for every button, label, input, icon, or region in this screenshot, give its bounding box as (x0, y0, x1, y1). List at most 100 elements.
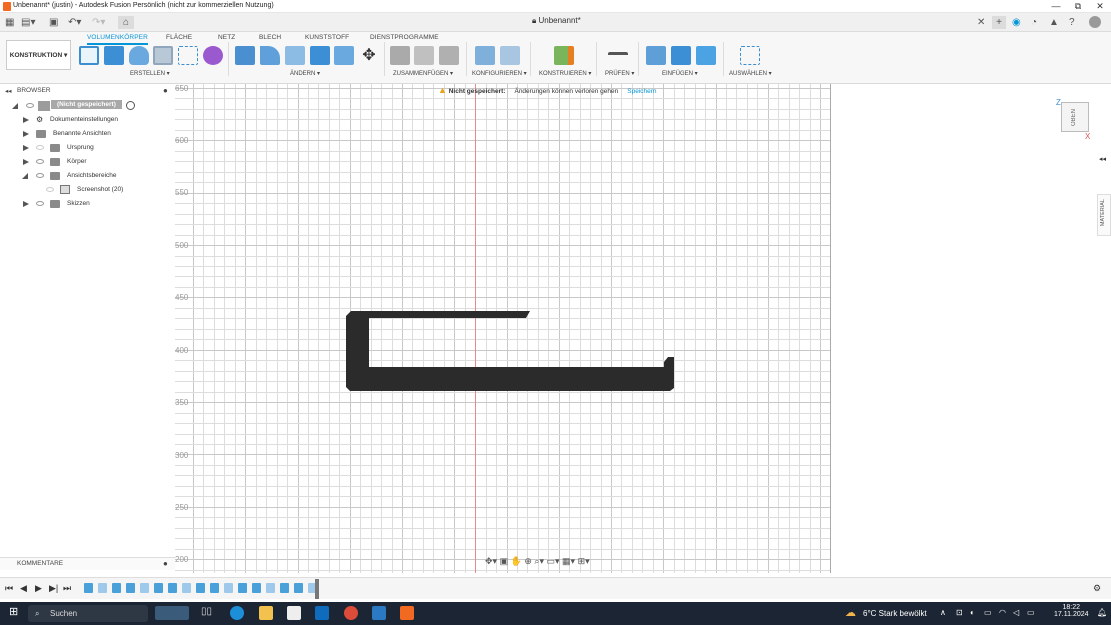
timeline-feature-icon[interactable] (168, 583, 177, 593)
battery-icon[interactable]: ▭ (1027, 608, 1035, 617)
timeline-settings-icon[interactable]: ⚙ (1093, 583, 1101, 594)
job-status-icon[interactable]: ◔ (1031, 16, 1037, 29)
display-settings-icon[interactable]: ▭▾ (546, 556, 559, 566)
close-tab-icon[interactable]: ✕ (977, 16, 985, 29)
widget-icon[interactable] (155, 606, 189, 620)
expand-icon[interactable] (23, 145, 29, 151)
wifi-icon[interactable]: ◠ (999, 608, 1006, 617)
orbit-icon[interactable]: ✥▾ (485, 556, 497, 566)
help-icon[interactable]: ? (1069, 16, 1075, 29)
expand-icon[interactable] (23, 159, 29, 165)
taskbar-search[interactable]: ⌕ Suchen (28, 605, 148, 622)
split-body-icon[interactable] (334, 46, 354, 65)
browser-item-ursprung[interactable]: Ursprung (0, 142, 175, 155)
document-tab[interactable]: 🔒︎ Unbenannt* (532, 16, 581, 26)
app-grid-icon[interactable]: ▦ (5, 16, 14, 29)
insert-derive-icon[interactable] (646, 46, 666, 65)
tray-display-icon[interactable]: ▭ (984, 608, 992, 617)
timeline-feature-icon[interactable] (140, 583, 149, 593)
comments-pin-icon[interactable]: ● (163, 559, 168, 568)
pattern-icon[interactable] (178, 46, 198, 65)
fusion-taskbar-icon[interactable] (400, 606, 414, 620)
look-at-icon[interactable]: ▣ (500, 556, 509, 566)
timeline-feature-icon[interactable] (210, 583, 219, 593)
timeline-feature-icon[interactable] (84, 583, 93, 593)
group-konfigurieren[interactable]: KONFIGURIEREN ▾ (472, 70, 527, 77)
expand-icon[interactable] (23, 201, 29, 207)
undo-icon[interactable]: ↶▾ (68, 16, 81, 29)
configure-table-icon[interactable] (500, 46, 520, 65)
timeline-feature-icon[interactable] (280, 583, 289, 593)
joint-icon[interactable] (390, 46, 410, 65)
tab-blech[interactable]: BLECH (259, 34, 281, 41)
group-auswaehlen[interactable]: AUSWÄHLEN ▾ (729, 70, 772, 77)
visibility-eye-icon[interactable] (26, 103, 34, 108)
group-aendern[interactable]: ÄNDERN ▾ (290, 70, 320, 77)
windows-start-icon[interactable]: ⊞ (9, 607, 18, 618)
hole-icon[interactable] (153, 46, 173, 65)
timeline-feature-icon[interactable] (196, 583, 205, 593)
minimize-button[interactable]: — (1045, 0, 1067, 13)
tab-dienstprogramme[interactable]: DIENSTPROGRAMME (370, 34, 439, 41)
timeline-feature-icon[interactable] (126, 583, 135, 593)
timeline-marker[interactable] (315, 579, 319, 599)
insert-canvas-icon[interactable] (696, 46, 716, 65)
offset-plane-icon[interactable] (554, 46, 574, 65)
create-sketch-icon[interactable] (79, 46, 99, 65)
viewcube[interactable]: OBEN (1061, 102, 1089, 132)
combine-icon[interactable] (310, 46, 330, 65)
store-icon[interactable] (287, 606, 301, 620)
browser-item-screenshot[interactable]: Screenshot (20) (0, 184, 175, 197)
group-erstellen[interactable]: ERSTELLEN ▾ (130, 70, 170, 77)
browser-item-koerper[interactable]: Körper (0, 156, 175, 169)
browser-root[interactable]: (Nicht gespeichert) (0, 100, 175, 113)
fillet-icon[interactable] (260, 46, 280, 65)
timeline-feature-icon[interactable] (154, 583, 163, 593)
browser-item-benannte-ansichten[interactable]: Benannte Ansichten (0, 128, 175, 141)
collapse-icon[interactable] (22, 173, 28, 179)
workspace-switcher[interactable]: KONSTRUKTION ▾ (6, 40, 71, 70)
as-built-joint-icon[interactable] (414, 46, 434, 65)
profile-shape[interactable] (346, 311, 674, 391)
save-link[interactable]: Speichern (627, 88, 656, 95)
clock[interactable]: 18:22 17.11.2024 (1054, 604, 1089, 618)
visibility-eye-icon[interactable] (36, 173, 44, 178)
design-canvas[interactable]: 650 600 550 500 450 400 350 300 250 200 … (175, 84, 830, 573)
task-view-icon[interactable]: ▯▯ (201, 606, 215, 620)
activate-icon[interactable] (126, 101, 135, 110)
weather-text[interactable]: 6°C Stark bewölkt (863, 609, 927, 618)
expand-panel-icon[interactable]: ◂◂ (1099, 155, 1106, 163)
tab-netz[interactable]: NETZ (218, 34, 235, 41)
edge-icon[interactable] (230, 606, 244, 620)
timeline-feature-icon[interactable] (252, 583, 261, 593)
expand-icon[interactable] (23, 131, 29, 137)
extrude-icon[interactable] (104, 46, 124, 65)
tray-chevron-icon[interactable]: ∧ (940, 608, 946, 617)
expand-icon[interactable] (23, 117, 29, 123)
tab-kunststoff[interactable]: KUNSTSTOFF (305, 34, 349, 41)
timeline-play-icon[interactable]: ▶ (35, 583, 42, 594)
visibility-eye-icon[interactable] (46, 187, 54, 192)
timeline-feature-icon[interactable] (294, 583, 303, 593)
timeline-feature-icon[interactable] (266, 583, 275, 593)
browser-item-ansichtsbereiche[interactable]: Ansichtsbereiche (0, 170, 175, 183)
avatar[interactable] (1089, 16, 1101, 28)
move-icon[interactable]: ✥ (359, 46, 379, 65)
maximize-button[interactable]: ⧉ (1067, 0, 1089, 13)
group-zusammenfuegen[interactable]: ZUSAMMENFÜGEN ▾ (393, 70, 453, 77)
tray-app-icon[interactable]: ◐ (970, 608, 975, 617)
tab-volumenkoerper[interactable]: VOLUMENKÖRPER (87, 34, 148, 45)
timeline-next-icon[interactable]: ▶| (49, 583, 58, 594)
explorer-icon[interactable] (259, 606, 273, 620)
timeline-prev-icon[interactable]: ◀ (20, 583, 27, 594)
group-pruefen[interactable]: PRÜFEN ▾ (605, 70, 634, 77)
redo-icon[interactable]: ↷▾ (92, 16, 105, 29)
timeline-last-icon[interactable]: ⏭ (63, 583, 71, 594)
zoom-icon[interactable]: ⊕ (524, 556, 532, 566)
visibility-eye-icon[interactable] (36, 159, 44, 164)
revolve-icon[interactable] (129, 46, 149, 65)
app-icon[interactable] (372, 606, 386, 620)
measure-icon[interactable] (608, 52, 628, 60)
visibility-eye-icon[interactable] (36, 145, 44, 150)
extensions-icon[interactable]: ◉ (1012, 16, 1021, 29)
